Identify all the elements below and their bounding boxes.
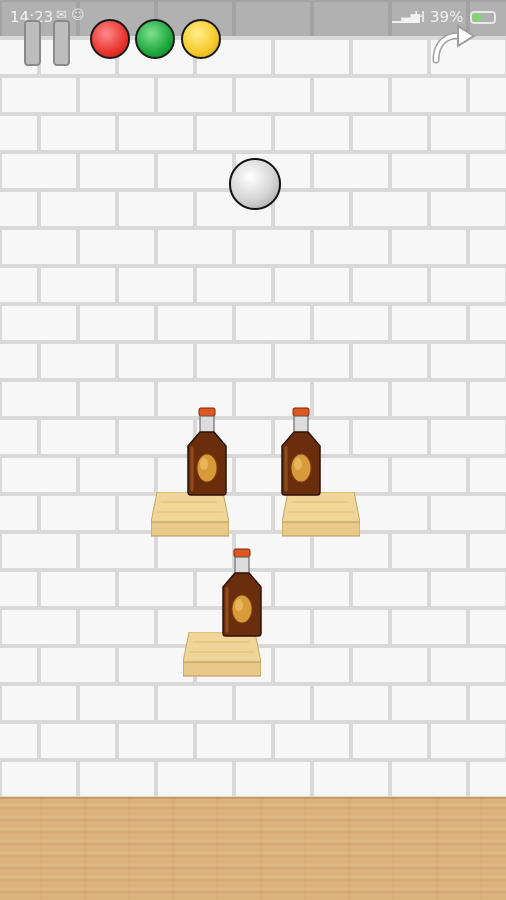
network-type: H	[414, 8, 426, 26]
floor-grain	[0, 797, 506, 900]
battery-icon	[470, 11, 496, 24]
indicator-light-yellow	[181, 19, 221, 59]
brick-wall	[0, 0, 506, 800]
game-stage[interactable]: 14:23 ✉ ☺ ▁▃▅ H 39%	[0, 0, 506, 900]
restart-button[interactable]	[428, 24, 478, 64]
shelf-left	[151, 492, 229, 537]
bottle-right[interactable]	[278, 406, 324, 496]
shelf-bottom	[183, 632, 261, 677]
battery-fill	[473, 14, 481, 21]
pause-icon	[24, 20, 41, 66]
pause-icon-bar	[53, 20, 70, 66]
shelf-right	[282, 492, 360, 537]
pause-button[interactable]	[24, 20, 72, 66]
bottle-left[interactable]	[184, 406, 230, 496]
indicator-light-red	[90, 19, 130, 59]
bottle-bottom[interactable]	[219, 547, 265, 637]
indicator-light-green	[135, 19, 175, 59]
ball[interactable]	[229, 158, 281, 210]
restart-arrow-icon	[432, 24, 476, 64]
